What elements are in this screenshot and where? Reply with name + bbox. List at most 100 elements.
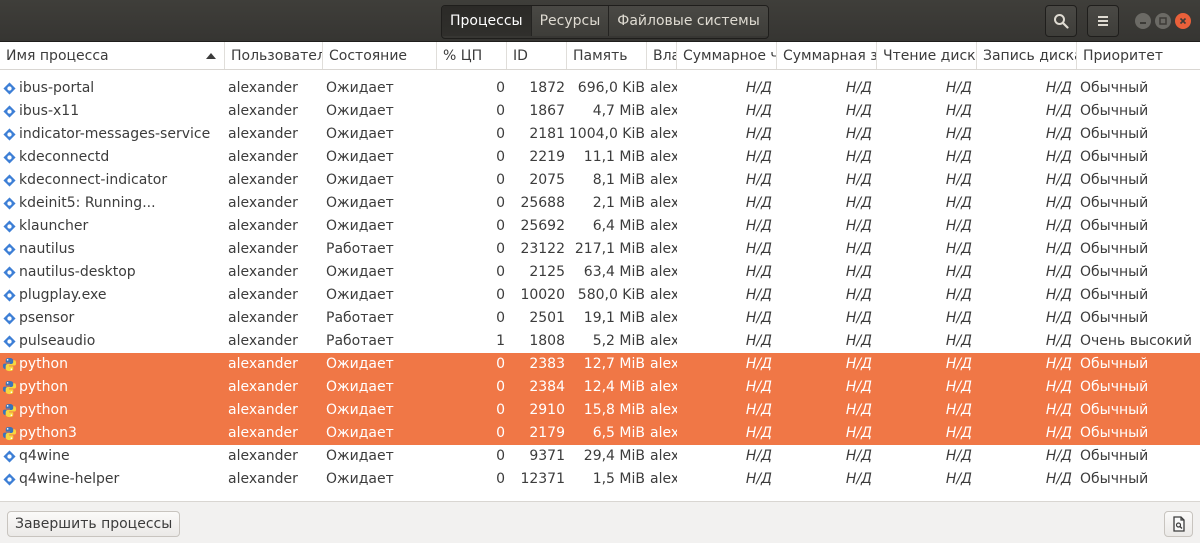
process-row[interactable]: plugplay.exe alexander Ожидает 0 10020 580,0 … [0,284,1200,307]
state-cell: Работает [326,241,394,257]
disk-read-cell: Н/Д [945,333,972,349]
memory-cell: 5,2 MiB [592,333,645,349]
column-disk-write[interactable]: Запись диска [977,42,1077,69]
user-cell: alexander [228,80,298,96]
minimize-button[interactable] [1135,13,1151,29]
memory-cell: 15,8 MiB [583,402,645,418]
priority-cell: Обычный [1080,218,1149,234]
process-row[interactable]: nautilus alexander Работает 0 23122 217,1 MiB… [0,238,1200,261]
disk-read-cell: Н/Д [945,448,972,464]
process-info-button[interactable] [1164,511,1193,537]
process-name-cell: ibus-x11 [19,103,80,119]
column-process-name[interactable]: Имя процесса [0,42,225,69]
process-row[interactable]: ibus-portal alexander Ожидает 0 1872 696,0 Ki… [0,77,1200,100]
process-row[interactable]: python alexander Ожидает 0 2910 15,8 MiB alex Н… [0,399,1200,422]
priority-cell: Обычный [1080,172,1149,188]
minimize-icon [1140,22,1146,24]
memory-cell: 11,1 MiB [583,149,645,165]
owner-cell: alex [650,448,677,464]
column-memory[interactable]: Память [567,42,647,69]
process-row[interactable]: indicator-messages-service alexander Ожида… [0,123,1200,146]
pid-cell: 2075 [529,172,565,188]
priority-cell: Обычный [1080,448,1149,464]
total-write-cell: Н/Д [845,149,872,165]
column-priority[interactable]: Приоритет [1077,42,1200,69]
process-row[interactable]: q4wine alexander Ожидает 0 9371 29,4 MiB alex Н… [0,445,1200,468]
disk-write-cell: Н/Д [1045,264,1072,280]
tab-file-systems[interactable]: Файловые системы [609,6,768,36]
tab-resources[interactable]: Ресурсы [531,6,610,36]
process-icon [2,311,17,326]
priority-cell: Обычный [1080,264,1149,280]
column-label: Вла [653,48,676,64]
process-row[interactable]: pulseaudio alexander Работает 1 1808 5,2 MiB a… [0,330,1200,353]
maximize-button[interactable] [1155,13,1171,29]
process-row[interactable]: q4wine-helper alexander Ожидает 0 12371 1,5 M… [0,468,1200,491]
cpu-cell: 0 [496,356,505,372]
user-cell: alexander [228,241,298,257]
disk-read-cell: Н/Д [945,287,972,303]
column-cpu[interactable]: % ЦП [437,42,507,69]
column-total-read[interactable]: Суммарное чт [677,42,777,69]
cpu-cell: 0 [496,218,505,234]
priority-cell: Обычный [1080,471,1149,487]
pid-cell: 2383 [529,356,565,372]
python-icon [2,380,17,395]
process-name-cell: python [19,356,68,372]
process-name-cell: kdeconnectd [19,149,110,165]
process-row[interactable]: python alexander Ожидает 0 2384 12,4 MiB alex Н… [0,376,1200,399]
column-header: Имя процесса Пользовател Состояние % ЦП … [0,42,1200,70]
user-cell: alexander [228,264,298,280]
end-process-button[interactable]: Завершить процессы [7,511,181,537]
total-write-cell: Н/Д [845,448,872,464]
state-cell: Ожидает [326,471,394,487]
total-write-cell: Н/Д [845,379,872,395]
process-icon [2,173,17,188]
process-row[interactable]: kdeconnect-indicator alexander Ожидает 0 207… [0,169,1200,192]
disk-write-cell: Н/Д [1045,356,1072,372]
process-row[interactable]: kdeinit5: Running... alexander Ожидает 0 256… [0,192,1200,215]
column-user[interactable]: Пользовател [225,42,323,69]
process-row[interactable]: klauncher alexander Ожидает 0 25692 6,4 MiB al… [0,215,1200,238]
disk-write-cell: Н/Д [1045,402,1072,418]
process-icon [2,449,17,464]
menu-button[interactable] [1087,5,1119,37]
cpu-cell: 0 [496,425,505,441]
process-icon [2,334,17,349]
process-row[interactable]: python alexander Ожидает 0 2383 12,7 MiB alex Н… [0,353,1200,376]
state-cell: Работает [326,333,394,349]
total-read-cell: Н/Д [745,218,772,234]
process-name-cell: klauncher [19,218,89,234]
tab-processes[interactable]: Процессы [442,6,532,36]
total-write-cell: Н/Д [845,264,872,280]
memory-cell: 6,5 MiB [592,425,645,441]
state-cell: Ожидает [326,379,394,395]
owner-cell: alex [650,218,677,234]
priority-cell: Обычный [1080,402,1149,418]
column-disk-read[interactable]: Чтение диска [877,42,977,69]
user-cell: alexander [228,448,298,464]
cpu-cell: 0 [496,287,505,303]
process-row[interactable]: kdeconnectd alexander Ожидает 0 2219 11,1 MiB… [0,146,1200,169]
total-write-cell: Н/Д [845,241,872,257]
state-cell: Ожидает [326,126,394,142]
process-row[interactable]: python3 alexander Ожидает 0 2179 6,5 MiB alex Н… [0,422,1200,445]
disk-read-cell: Н/Д [945,425,972,441]
memory-cell: 4,7 MiB [592,103,645,119]
disk-write-cell: Н/Д [1045,172,1072,188]
column-id[interactable]: ID [507,42,567,69]
process-row[interactable]: psensor alexander Работает 0 2501 19,1 MiB ale… [0,307,1200,330]
disk-write-cell: Н/Д [1045,241,1072,257]
process-name-cell: q4wine-helper [19,471,120,487]
close-button[interactable] [1175,13,1191,29]
search-button[interactable] [1045,5,1077,37]
total-write-cell: Н/Д [845,425,872,441]
column-owner[interactable]: Вла [647,42,677,69]
owner-cell: alex [650,287,677,303]
column-state[interactable]: Состояние [323,42,437,69]
priority-cell: Обычный [1080,356,1149,372]
process-list[interactable]: ibus-portal alexander Ожидает 0 1872 696,0 Ki… [0,70,1200,508]
process-row[interactable]: nautilus-desktop alexander Ожидает 0 2125 63,… [0,261,1200,284]
process-row[interactable]: ibus-x11 alexander Ожидает 0 1867 4,7 MiB alex… [0,100,1200,123]
column-total-write[interactable]: Суммарная за [777,42,877,69]
